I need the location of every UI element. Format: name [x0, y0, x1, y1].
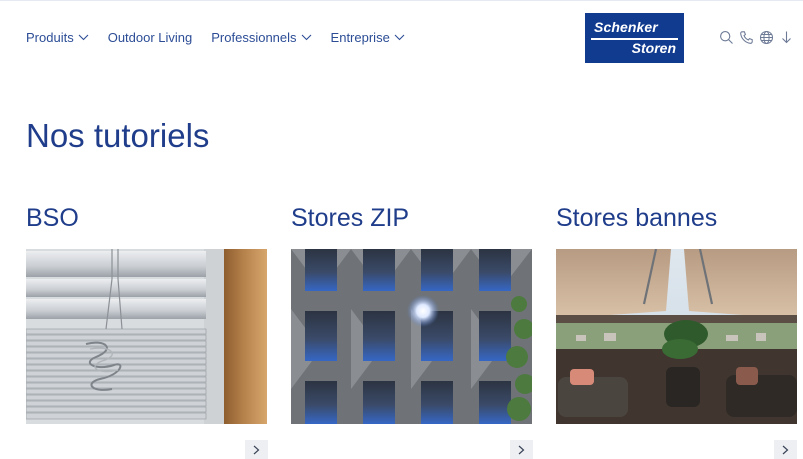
main-nav: Produits Outdoor Living Professionnels E…: [26, 30, 424, 45]
search-icon[interactable]: [719, 30, 734, 45]
nav-item-professionnels[interactable]: Professionnels: [211, 30, 311, 45]
chevron-right-icon: [518, 445, 525, 454]
globe-icon[interactable]: [759, 30, 774, 45]
nav-item-entreprise[interactable]: Entreprise: [331, 30, 405, 45]
card-next-button-bso[interactable]: [245, 440, 268, 459]
logo-line-1: Schenker: [594, 19, 658, 35]
header-top-border: [0, 0, 803, 1]
page-title: Nos tutoriels: [26, 117, 210, 154]
download-icon[interactable]: [779, 30, 794, 45]
nav-item-label: Entreprise: [330, 30, 390, 45]
card-image-stores-bannes[interactable]: [556, 249, 797, 424]
card-image-bso[interactable]: [26, 249, 267, 424]
nav-item-outdoor-living[interactable]: Outdoor Living: [108, 30, 193, 45]
card-title-bso[interactable]: BSO: [26, 204, 79, 233]
header-icons: [719, 30, 799, 45]
nav-item-label: Produits: [26, 30, 74, 45]
card-title-stores-bannes[interactable]: Stores bannes: [556, 204, 717, 233]
logo-line-2: Storen: [631, 40, 676, 56]
phone-icon[interactable]: [739, 30, 754, 45]
chevron-down-icon: [301, 34, 311, 41]
chevron-right-icon: [253, 445, 260, 454]
nav-item-produits[interactable]: Produits: [26, 30, 89, 45]
card-next-button-stores-zip[interactable]: [510, 440, 533, 459]
card-title-stores-zip[interactable]: Stores ZIP: [291, 204, 409, 233]
chevron-down-icon: [394, 34, 405, 41]
chevron-right-icon: [782, 445, 789, 454]
nav-item-label: Professionnels: [211, 30, 297, 45]
card-image-stores-zip[interactable]: [291, 249, 532, 424]
chevron-down-icon: [78, 34, 89, 41]
brand-logo[interactable]: Schenker Storen: [585, 13, 684, 63]
nav-item-label: Outdoor Living: [107, 30, 193, 45]
card-next-button-stores-bannes[interactable]: [774, 440, 797, 459]
